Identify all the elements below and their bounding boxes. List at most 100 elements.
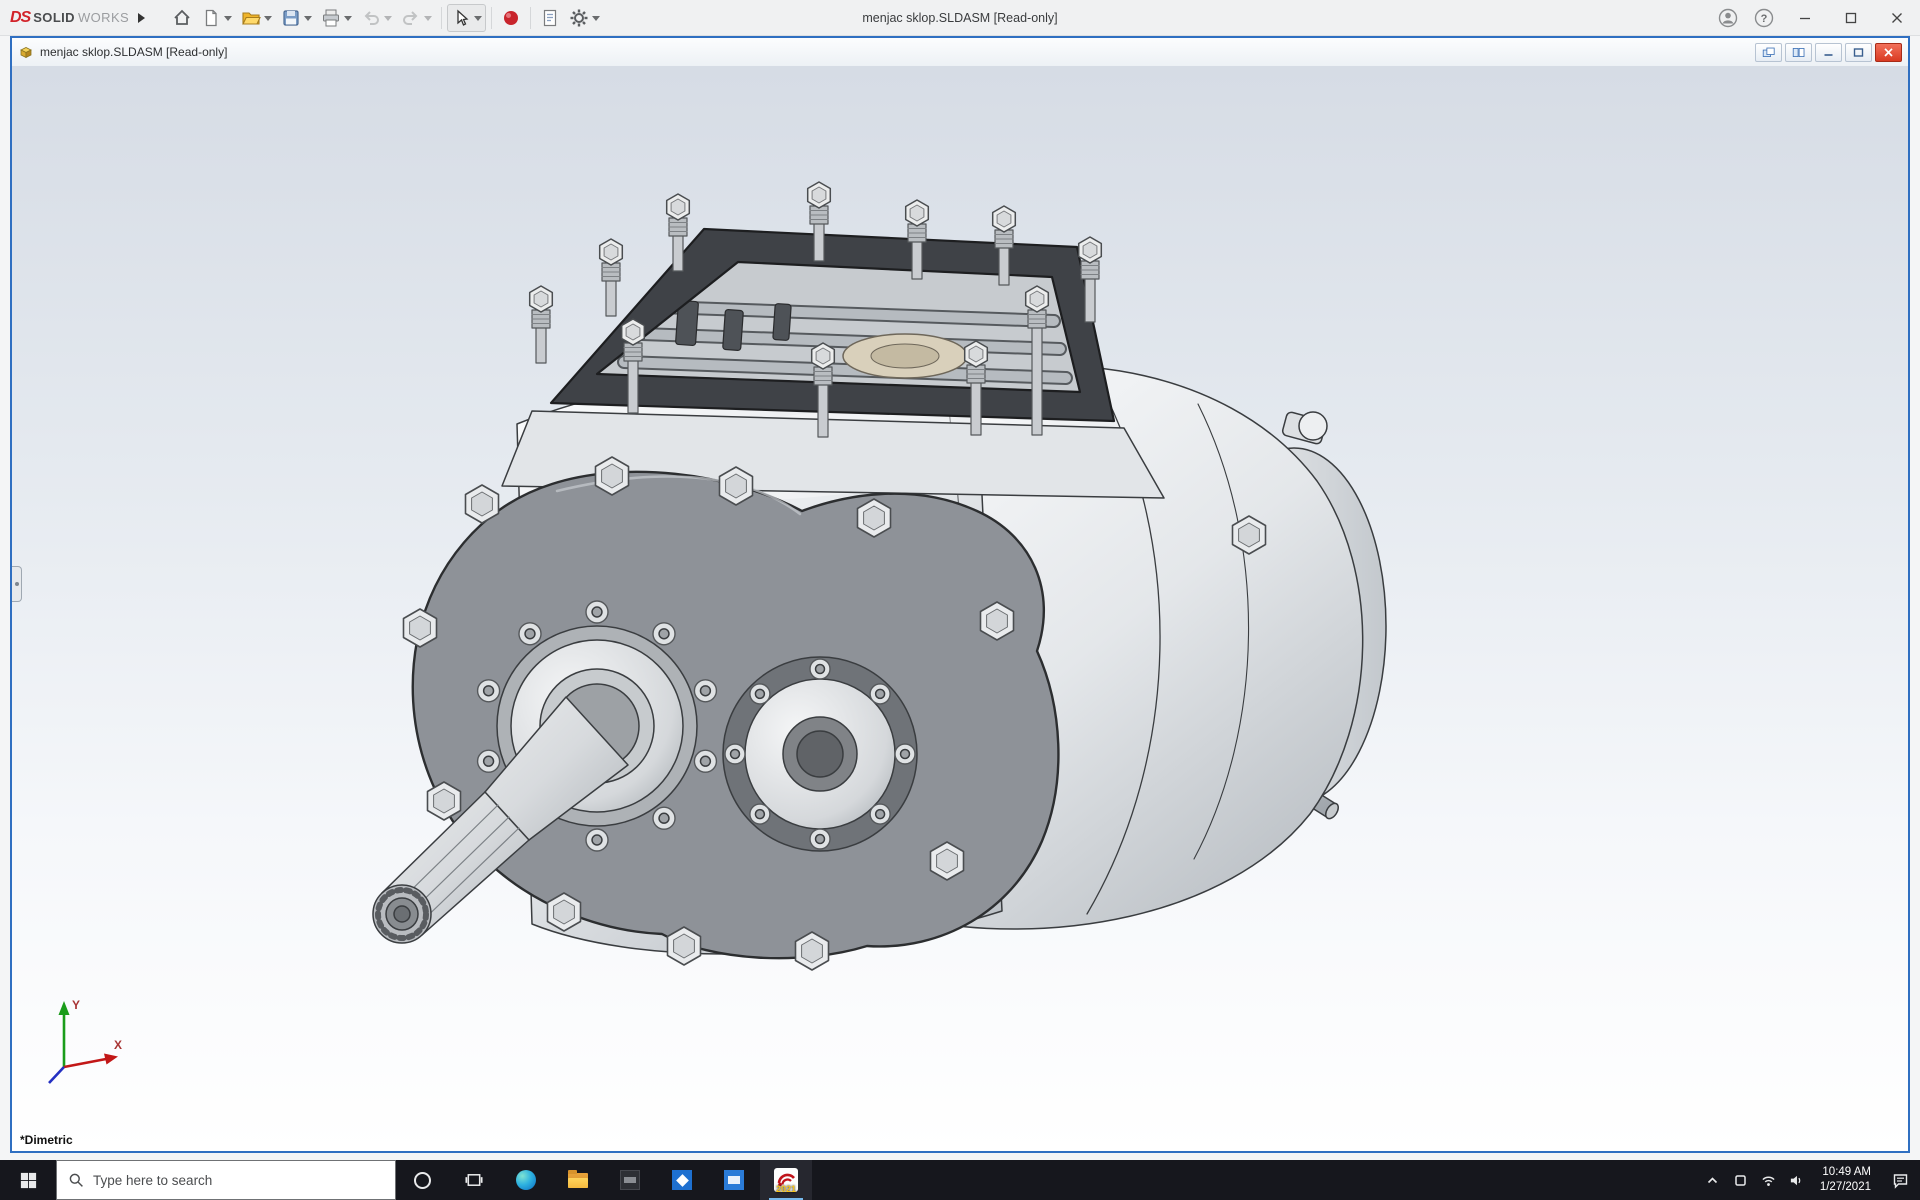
app-window-title: menjac sklop.SLDASM [Read-only] [862,11,1057,25]
new-document-button[interactable] [197,4,236,32]
graphics-viewport[interactable]: Y X *Dimetric [12,66,1908,1151]
toolbar-separator [491,7,492,29]
tray-app-icon [1733,1173,1748,1188]
countershaft-cover [723,657,917,851]
help-button[interactable]: ? [1746,0,1782,36]
select-tool-button[interactable] [447,4,486,32]
print-button[interactable] [317,4,356,32]
file-properties-icon [540,8,560,28]
home-icon [172,8,192,28]
view-orientation-label: *Dimetric [20,1133,73,1147]
brand-flyout-arrow-icon[interactable] [138,13,150,23]
undo-button[interactable] [357,4,396,32]
red-sphere-icon [501,8,521,28]
tab-dot-icon [15,582,19,586]
select-cursor-icon [451,8,471,28]
account-button[interactable] [1710,0,1746,36]
app-button-2[interactable] [656,1160,708,1200]
gearbox-3d-model [12,66,1908,1151]
redo-button[interactable] [397,4,436,32]
filler-plug [1282,411,1327,445]
clock-date: 1/27/2021 [1820,1180,1871,1195]
photos-app-icon [672,1170,692,1190]
doc-minimize-button[interactable] [1815,43,1842,62]
app-close-button[interactable] [1874,0,1920,36]
file-explorer-button[interactable] [552,1160,604,1200]
assembly-document-icon [18,44,34,60]
dropdown-caret-icon[interactable] [344,16,352,25]
edge-browser-button[interactable] [500,1160,552,1200]
cortana-icon [414,1172,431,1189]
action-center-icon [1892,1172,1909,1189]
featuremanager-collapsed-tab[interactable] [12,566,22,602]
chevron-up-icon [1705,1173,1720,1188]
minimize-icon [1799,12,1811,24]
tray-app-button[interactable] [1727,1160,1755,1200]
help-icon: ? [1754,8,1774,28]
doc-close-button[interactable] [1875,43,1902,62]
dropdown-caret-icon[interactable] [474,16,482,25]
app-maximize-button[interactable] [1828,0,1874,36]
home-button[interactable] [168,4,196,32]
app-button-1[interactable] [604,1160,656,1200]
user-avatar-icon [1718,8,1738,28]
title-bar-controls: ? [1710,0,1920,35]
z-axis-line [49,1067,64,1083]
doc-restore-button[interactable] [1845,43,1872,62]
dropdown-caret-icon[interactable] [264,16,272,25]
options-button[interactable] [565,4,604,32]
volume-icon [1789,1173,1804,1188]
solidworks-taskbar-button[interactable]: 2021 [760,1160,812,1200]
taskbar-clock[interactable]: 10:49 AM 1/27/2021 [1811,1160,1880,1200]
brand-works-text: WORKS [78,10,129,25]
close-icon [1891,12,1903,24]
dropdown-caret-icon[interactable] [592,16,600,25]
dropdown-caret-icon[interactable] [224,16,232,25]
hidden-icons-button[interactable] [1699,1160,1727,1200]
open-folder-icon [241,8,261,28]
undo-icon [361,8,381,28]
open-button[interactable] [237,4,276,32]
desktop-screen: DS SOLIDWORKS [0,0,1920,1200]
start-button[interactable] [0,1160,56,1200]
network-wifi-icon [1761,1173,1776,1188]
windows-start-icon [20,1172,37,1189]
toolbar-separator [441,7,442,29]
print-icon [321,8,341,28]
new-document-icon [201,8,221,28]
document-title: menjac sklop.SLDASM [Read-only] [40,45,227,59]
solidworks-logo: DS SOLIDWORKS [10,9,150,27]
dropdown-caret-icon[interactable] [304,16,312,25]
cortana-button[interactable] [396,1160,448,1200]
dropdown-caret-icon[interactable] [424,16,432,25]
network-button[interactable] [1755,1160,1783,1200]
file-properties-button[interactable] [536,4,564,32]
taskbar-search[interactable] [56,1160,396,1200]
document-window: menjac sklop.SLDASM [Read-only] [10,36,1910,1153]
save-icon [281,8,301,28]
doc-window-pane-button[interactable] [1755,43,1782,62]
dropdown-caret-icon[interactable] [384,16,392,25]
document-window-controls [1755,43,1902,62]
maximize-icon [1845,12,1857,24]
minimize-icon [1822,47,1835,58]
brand-solid-text: SOLID [33,10,75,25]
window-split-icon [1792,47,1805,58]
doc-window-split-button[interactable] [1785,43,1812,62]
orientation-triad: Y X [34,993,126,1093]
3dexperience-button[interactable] [497,4,525,32]
save-button[interactable] [277,4,316,32]
app-title-bar: DS SOLIDWORKS [0,0,1920,36]
document-title-bar[interactable]: menjac sklop.SLDASM [Read-only] [12,38,1908,66]
task-view-button[interactable] [448,1160,500,1200]
app-button-3[interactable] [708,1160,760,1200]
close-icon [1882,47,1895,58]
task-view-icon [465,1171,483,1189]
app-minimize-button[interactable] [1782,0,1828,36]
window-pane-icon [1762,47,1775,58]
action-center-button[interactable] [1880,1160,1920,1200]
search-input[interactable] [93,1173,384,1188]
volume-button[interactable] [1783,1160,1811,1200]
monitor-app-icon [724,1170,744,1190]
gear-icon [569,8,589,28]
